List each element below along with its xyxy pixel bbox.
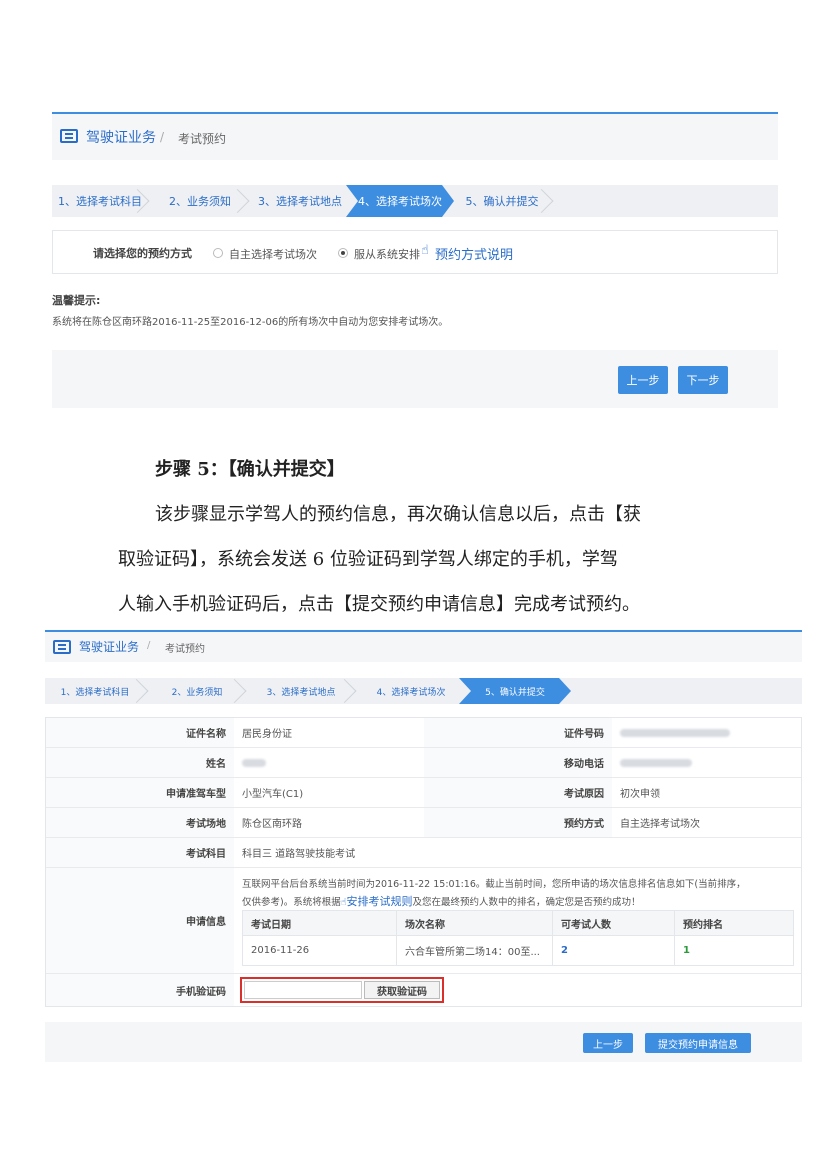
action-footer-2: 上一步 提交预约申请信息: [45, 1022, 802, 1062]
apply-info-text-2a: 仅供参考)。系统将根据: [242, 897, 341, 908]
vehicle-class-label: 申请准驾车型: [46, 778, 234, 807]
form-row-apply: 申请信息 互联网平台后台系统当前时间为2016-11-22 15:01:16。截…: [46, 868, 801, 974]
action-footer: 上一步 下一步: [52, 350, 778, 408]
table-cell-date: 2016-11-26: [243, 935, 397, 965]
page-header-2: 驾驶证业务 / 考试预约: [45, 630, 802, 662]
next-button[interactable]: 下一步: [678, 366, 728, 394]
breadcrumb-separator: /: [160, 130, 165, 144]
table-header-session: 场次名称: [397, 911, 553, 935]
confirm-form: 证件名称 居民身份证 证件号码 姓名 移动电话 申请准驾车型 小型汽车(C1) …: [45, 717, 802, 1007]
exam-reason-label: 考试原因: [424, 778, 612, 807]
get-code-button[interactable]: 获取验证码: [364, 981, 440, 999]
table-header-rank: 预约排名: [675, 911, 793, 935]
step-bar: 1、选择考试科目 2、业务须知 3、选择考试地点 4、选择考试场次 5、确认并提…: [52, 185, 778, 217]
form-row: 证件名称 居民身份证 证件号码: [46, 718, 801, 748]
name-value-blurred: [234, 748, 424, 777]
apply-info-label: 申请信息: [46, 868, 234, 973]
list-icon: [60, 129, 78, 143]
table-cell-session: 六合车管所第二场14：00至...: [397, 935, 553, 965]
table-cell-rank: 1: [675, 935, 793, 965]
page-header: 驾驶证业务 / 考试预约: [52, 112, 778, 160]
booking-mode-value: 自主选择考试场次: [620, 819, 700, 830]
step5-heading: 步骤 5：【确认并提交】: [155, 459, 345, 480]
list-icon: [53, 640, 71, 654]
id-type-value: 居民身份证: [242, 729, 292, 740]
doc-paragraph-line-2: 取验证码】，系统会发送 6 位验证码到学驾人绑定的手机，学驾: [118, 549, 618, 570]
apply-info-text-2b: 及您在最终预约人数中的排名，确定您是否预约成功！: [412, 897, 641, 908]
form-row: 申请准驾车型 小型汽车(C1) 考试原因 初次申领: [46, 778, 801, 808]
step-5-active: 5、确认并提交: [459, 678, 571, 704]
table-header-date: 考试日期: [243, 911, 397, 935]
prev-button[interactable]: 上一步: [583, 1033, 633, 1053]
step-4-active: 4、选择考试场次: [346, 185, 454, 217]
table-header-capacity: 可考试人数: [553, 911, 675, 935]
breadcrumb-separator: /: [147, 640, 151, 651]
id-type-label: 证件名称: [46, 718, 234, 747]
exam-reason-value: 初次申领: [620, 789, 660, 800]
form-row-verify: 手机验证码 获取验证码: [46, 974, 801, 1006]
name-label: 姓名: [46, 748, 234, 777]
apply-info-text-1: 互联网平台后台系统当前时间为2016-11-22 15:01:16。截止当前时间…: [242, 879, 746, 890]
form-row: 考试场地 陈仓区南环路 预约方式 自主选择考试场次: [46, 808, 801, 838]
hand-pointer-icon: ☝: [421, 243, 429, 258]
doc-paragraph-line-3: 人输入手机验证码后，点击【提交预约申请信息】完成考试预约。: [118, 594, 640, 615]
vehicle-class-value: 小型汽车(C1): [242, 789, 304, 800]
phone-value-blurred: [612, 748, 802, 777]
exam-rules-link[interactable]: 安排考试规则: [347, 895, 413, 908]
step-3: 3、选择考试地点: [258, 195, 342, 208]
exam-site-label: 考试场地: [46, 808, 234, 837]
tip-text: 系统将在陈仓区南环路2016-11-25至2016-12-06的所有场次中自动为…: [52, 317, 449, 328]
submit-booking-button[interactable]: 提交预约申请信息: [645, 1033, 751, 1053]
breadcrumb-current: 考试预约: [165, 644, 205, 655]
phone-label: 移动电话: [424, 748, 612, 777]
radio-self-select[interactable]: [213, 248, 223, 258]
apply-info-text-2: 仅供参考)。系统将根据☝安排考试规则及您在最终预约人数中的排名，确定您是否预约成…: [242, 893, 641, 909]
tip-title: 温馨提示:: [52, 294, 101, 307]
breadcrumb-title[interactable]: 驾驶证业务: [86, 127, 156, 147]
form-row: 姓名 移动电话: [46, 748, 801, 778]
verify-code-label: 手机验证码: [46, 974, 234, 1006]
exam-site-value: 陈仓区南环路: [242, 819, 302, 830]
method-explain-link[interactable]: 预约方式说明: [435, 244, 513, 263]
id-number-label: 证件号码: [424, 718, 612, 747]
table-cell-capacity: 2: [553, 935, 675, 965]
form-row: 考试科目 科目三 道路驾驶技能考试: [46, 838, 801, 868]
booking-method-row: 请选择您的预约方式 自主选择考试场次 服从系统安排 ☝ 预约方式说明: [52, 230, 778, 274]
step-4: 4、选择考试场次: [376, 687, 446, 698]
doc-paragraph-line-1: 该步骤显示学驾人的预约信息，再次确认信息以后，点击【获: [155, 504, 641, 525]
booking-mode-label: 预约方式: [424, 808, 612, 837]
exam-subject-label: 考试科目: [46, 838, 234, 867]
verify-code-input[interactable]: [244, 981, 362, 999]
breadcrumb-title[interactable]: 驾驶证业务: [79, 638, 139, 655]
option-system-assign-label[interactable]: 服从系统安排: [354, 246, 420, 262]
booking-method-label: 请选择您的预约方式: [93, 247, 192, 260]
breadcrumb-current: 考试预约: [178, 132, 227, 146]
step-bar-2: 1、选择考试科目 2、业务须知 3、选择考试地点 4、选择考试场次 5、确认并提…: [45, 678, 802, 704]
option-self-select-label[interactable]: 自主选择考试场次: [229, 246, 317, 262]
ranking-table: 考试日期 场次名称 可考试人数 预约排名 2016-11-26 六合车管所第二场…: [242, 910, 794, 966]
exam-subject-value: 科目三 道路驾驶技能考试: [242, 849, 356, 860]
prev-button[interactable]: 上一步: [618, 366, 668, 394]
radio-system-assign[interactable]: [338, 248, 348, 258]
id-number-value-blurred: [612, 718, 802, 747]
